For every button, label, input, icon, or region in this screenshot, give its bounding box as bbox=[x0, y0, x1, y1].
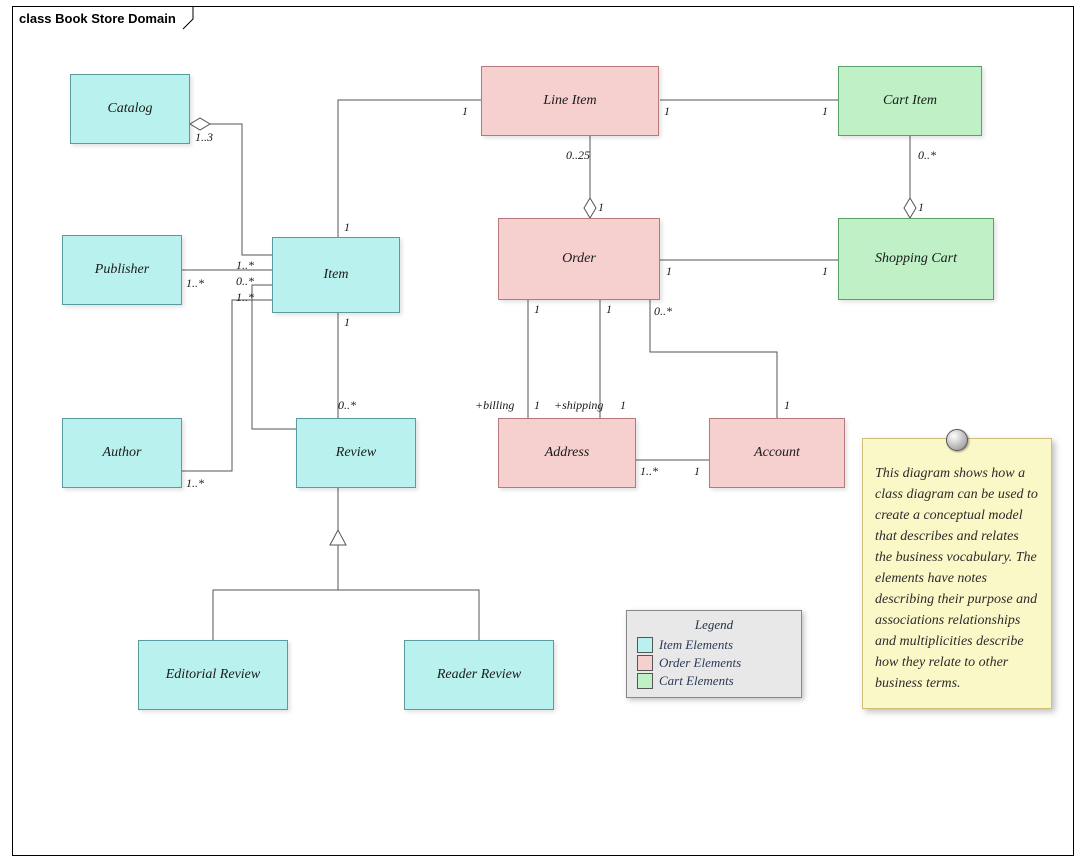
legend-row-order: Order Elements bbox=[637, 655, 791, 671]
mult-order-acct-to: 1 bbox=[784, 398, 790, 413]
mult-acct-addr-to: 1..* bbox=[640, 464, 658, 479]
class-catalog[interactable]: Catalog bbox=[70, 74, 190, 144]
mult-catalog-item: 1..3 bbox=[195, 130, 213, 145]
mult-item-review-a: 0..* bbox=[236, 274, 254, 289]
class-address[interactable]: Address bbox=[498, 418, 636, 488]
mult-item-lineitem-from: 1 bbox=[344, 220, 350, 235]
mult-order-addr2-to: 1 bbox=[620, 398, 626, 413]
role-billing: +billing bbox=[475, 398, 514, 413]
class-shopping-cart[interactable]: Shopping Cart bbox=[838, 218, 994, 300]
mult-order-addr2-from: 1 bbox=[606, 302, 612, 317]
legend-label-cart: Cart Elements bbox=[659, 673, 734, 689]
diagram-note: This diagram shows how a class diagram c… bbox=[862, 438, 1052, 709]
mult-publisher-to: 1..* bbox=[236, 258, 254, 273]
diagram-canvas: class Book Store Domain bbox=[0, 0, 1088, 867]
class-reader-review[interactable]: Reader Review bbox=[404, 640, 554, 710]
class-author[interactable]: Author bbox=[62, 418, 182, 488]
legend-swatch-cart bbox=[637, 673, 653, 689]
mult-author-to: 1..* bbox=[236, 290, 254, 305]
legend-row-item: Item Elements bbox=[637, 637, 791, 653]
diagram-note-text: This diagram shows how a class diagram c… bbox=[875, 466, 1038, 691]
legend-title: Legend bbox=[637, 617, 791, 633]
mult-order-acct-from: 0..* bbox=[654, 304, 672, 319]
mult-item-lineitem-to: 1 bbox=[462, 104, 468, 119]
class-editorial-review[interactable]: Editorial Review bbox=[138, 640, 288, 710]
class-line-item[interactable]: Line Item bbox=[481, 66, 659, 136]
pin-icon bbox=[946, 429, 968, 451]
mult-author-from: 1..* bbox=[186, 476, 204, 491]
mult-publisher-from: 1..* bbox=[186, 276, 204, 291]
mult-cart-cartitem-from: 1 bbox=[918, 200, 924, 215]
frame-title: class Book Store Domain bbox=[13, 9, 186, 28]
legend-label-item: Item Elements bbox=[659, 637, 733, 653]
class-item[interactable]: Item bbox=[272, 237, 400, 313]
legend-swatch-order bbox=[637, 655, 653, 671]
role-shipping: +shipping bbox=[554, 398, 603, 413]
mult-order-cart-to: 1 bbox=[822, 264, 828, 279]
legend: Legend Item Elements Order Elements Cart… bbox=[626, 610, 802, 698]
class-cart-item[interactable]: Cart Item bbox=[838, 66, 982, 136]
mult-order-lineitem-from: 1 bbox=[598, 200, 604, 215]
mult-lineitem-cartitem-from: 1 bbox=[664, 104, 670, 119]
mult-cart-cartitem-to: 0..* bbox=[918, 148, 936, 163]
mult-order-cart-from: 1 bbox=[666, 264, 672, 279]
mult-order-addr1-to: 1 bbox=[534, 398, 540, 413]
class-account[interactable]: Account bbox=[709, 418, 845, 488]
legend-label-order: Order Elements bbox=[659, 655, 741, 671]
legend-swatch-item bbox=[637, 637, 653, 653]
mult-order-addr1-from: 1 bbox=[534, 302, 540, 317]
mult-acct-addr-from: 1 bbox=[694, 464, 700, 479]
class-order[interactable]: Order bbox=[498, 218, 660, 300]
legend-row-cart: Cart Elements bbox=[637, 673, 791, 689]
mult-review-0star: 0..* bbox=[338, 398, 356, 413]
class-review[interactable]: Review bbox=[296, 418, 416, 488]
mult-item-1: 1 bbox=[344, 315, 350, 330]
frame-title-wrap: class Book Store Domain bbox=[13, 7, 186, 29]
class-publisher[interactable]: Publisher bbox=[62, 235, 182, 305]
mult-order-lineitem-to: 0..25 bbox=[566, 148, 590, 163]
mult-lineitem-cartitem-to: 1 bbox=[822, 104, 828, 119]
